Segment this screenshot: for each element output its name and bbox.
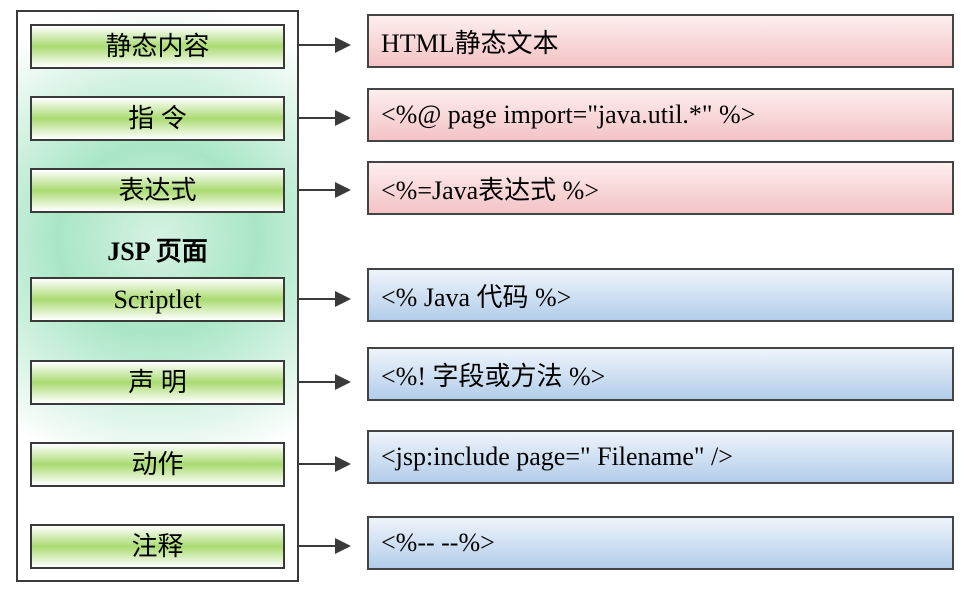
example-comment: <%-- --%>: [367, 516, 954, 570]
item-expression: 表达式: [30, 168, 285, 213]
arrow-icon: [299, 189, 349, 191]
item-label: 声 明: [128, 368, 187, 397]
item-label: 静态内容: [105, 32, 209, 61]
example-text: <% Java 代码 %>: [381, 277, 571, 314]
arrow-icon: [299, 381, 349, 383]
example-text: <%-- --%>: [381, 528, 495, 558]
panel-title: JSP 页面: [30, 231, 285, 268]
example-text: <%! 字段或方法 %>: [381, 356, 605, 393]
jsp-panel: 静态内容 指 令 表达式 JSP 页面 Scriptlet 声 明 动作 注释: [16, 10, 299, 582]
arrow-icon: [299, 463, 349, 465]
example-expression: <%=Java表达式 %>: [367, 161, 954, 215]
example-text: <%=Java表达式 %>: [381, 170, 599, 207]
arrow-icon: [299, 298, 349, 300]
example-static-content: HTML静态文本: [367, 14, 954, 68]
example-declaration: <%! 字段或方法 %>: [367, 347, 954, 401]
example-text: <%@ page import="java.util.*" %>: [381, 100, 755, 130]
arrow-icon: [299, 44, 349, 46]
arrow-icon: [299, 545, 349, 547]
item-label: 动作: [131, 450, 183, 479]
example-directive: <%@ page import="java.util.*" %>: [367, 88, 954, 142]
item-label: Scriptlet: [113, 285, 201, 314]
item-action: 动作: [30, 442, 285, 487]
arrow-icon: [299, 117, 349, 119]
item-directive: 指 令: [30, 96, 285, 141]
item-label: 表达式: [118, 176, 196, 205]
item-static-content: 静态内容: [30, 24, 285, 69]
example-action: <jsp:include page=" Filename" />: [367, 430, 954, 484]
example-text: <jsp:include page=" Filename" />: [381, 442, 733, 472]
example-text: HTML静态文本: [381, 23, 559, 60]
diagram-canvas: 静态内容 指 令 表达式 JSP 页面 Scriptlet 声 明 动作 注释 …: [0, 0, 972, 599]
item-label: 注释: [131, 532, 183, 561]
item-label: 指 令: [128, 104, 187, 133]
item-scriptlet: Scriptlet: [30, 277, 285, 322]
item-comment: 注释: [30, 524, 285, 569]
item-declaration: 声 明: [30, 360, 285, 405]
example-scriptlet: <% Java 代码 %>: [367, 268, 954, 322]
